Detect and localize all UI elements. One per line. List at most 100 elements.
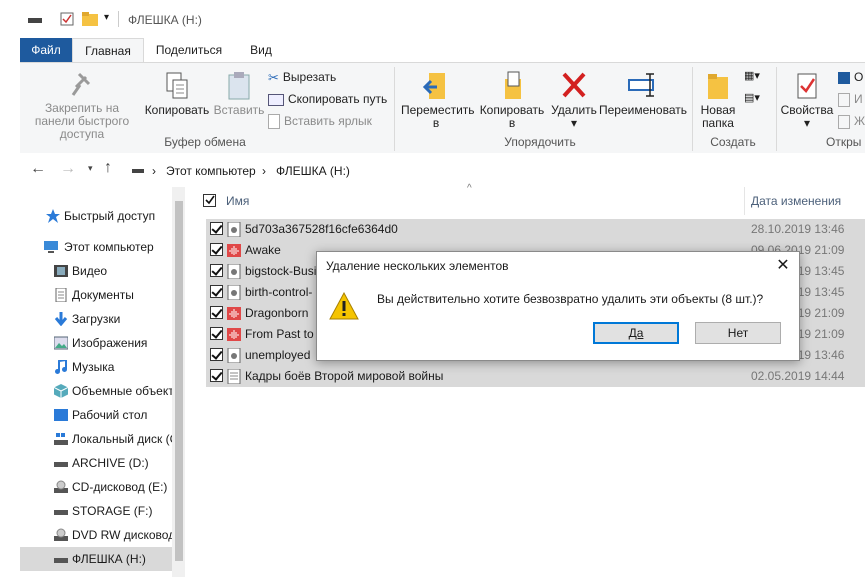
select-all-checkbox[interactable] <box>203 194 216 207</box>
recent-locations-icon[interactable]: ▾ <box>88 163 93 174</box>
dialog-message: Вы действительно хотите безвозвратно уда… <box>377 292 764 306</box>
pin-quick-access-button[interactable]: Закрепить на панели быстрого доступа <box>24 71 140 141</box>
nav-item-flash-h[interactable]: ФЛЕШКА (H:) <box>20 547 172 571</box>
properties-button[interactable]: Свойства ▾ <box>780 71 834 130</box>
copy-to-button[interactable]: Копировать в <box>474 71 550 130</box>
nav-item-cd-drive-e[interactable]: CD-дисковод (E:) <box>20 475 172 499</box>
star-icon <box>46 209 60 223</box>
ribbon-separator <box>394 67 395 151</box>
open-button[interactable]: О <box>838 67 863 87</box>
row-checkbox[interactable] <box>210 306 223 319</box>
nav-scrollbar-thumb[interactable] <box>175 201 183 561</box>
group-new-label: Создать <box>710 135 756 149</box>
edit-button[interactable]: И <box>838 89 863 109</box>
nav-label: Быстрый доступ <box>64 209 156 223</box>
row-checkbox[interactable] <box>210 327 223 340</box>
audio-file-icon <box>227 307 241 320</box>
nav-item-dvd-rw[interactable]: DVD RW дисковод <box>20 523 172 547</box>
nav-item-quick-access[interactable]: Быстрый доступ <box>20 204 172 228</box>
column-header-name[interactable]: Имя <box>226 187 249 215</box>
file-name: From Past to <box>245 327 314 341</box>
yes-button[interactable]: Да <box>593 322 679 344</box>
breadcrumb-separator-icon[interactable]: › <box>262 160 266 182</box>
new-folder-button[interactable]: Новая папка <box>696 71 740 130</box>
ribbon-separator <box>692 67 693 151</box>
rename-icon <box>628 73 654 97</box>
forward-arrow-icon[interactable]: → <box>60 160 76 178</box>
image-file-icon <box>227 264 241 279</box>
delete-button[interactable]: Удалить ▾ <box>550 71 598 130</box>
breadcrumb-computer[interactable]: Этот компьютер <box>166 160 256 182</box>
delete-icon <box>562 72 586 98</box>
history-icon <box>838 114 850 129</box>
check-icon <box>205 195 215 205</box>
properties-dropdown-icon: ▾ <box>803 116 811 130</box>
nav-label: ФЛЕШКА (H:) <box>72 552 146 566</box>
scissors-icon: ✂ <box>268 69 279 85</box>
tab-share[interactable]: Поделиться <box>148 38 230 62</box>
move-to-button[interactable]: Переместить в <box>398 71 475 130</box>
paste-shortcut-button[interactable]: Вставить ярлык <box>268 111 372 131</box>
ribbon-separator <box>776 67 777 151</box>
sort-ascending-icon: ^ <box>467 183 472 194</box>
delete-confirmation-dialog: Удаление нескольких элементов ✕ Вы дейст… <box>316 251 800 361</box>
history-button[interactable]: Ж <box>838 111 865 131</box>
usb-drive-icon <box>54 558 68 563</box>
row-checkbox[interactable] <box>210 285 223 298</box>
file-row[interactable]: Кадры боёв Второй мировой войны 02.05.201… <box>206 366 865 387</box>
close-icon[interactable]: ✕ <box>773 256 793 276</box>
row-checkbox[interactable] <box>210 369 223 382</box>
nav-item-documents[interactable]: Документы <box>20 283 172 307</box>
navigation-pane: Быстрый доступ Этот компьютер Видео Доку… <box>20 187 185 577</box>
nav-item-desktop[interactable]: Рабочий стол <box>20 403 172 427</box>
file-name: Dragonborn <box>245 306 309 320</box>
music-icon <box>55 360 67 374</box>
address-bar[interactable]: › Этот компьютер › ФЛЕШКА (H:) <box>123 159 865 183</box>
paste-button[interactable]: Вставить <box>210 71 268 117</box>
new-item-icon[interactable]: ▦▾ <box>744 69 760 82</box>
nav-item-local-disk-c[interactable]: Локальный диск (C:) <box>20 427 172 451</box>
pictures-icon <box>54 336 68 350</box>
nav-item-storage-f[interactable]: STORAGE (F:) <box>20 499 172 523</box>
row-checkbox[interactable] <box>210 348 223 361</box>
easy-access-icon[interactable]: ▤▾ <box>744 91 760 104</box>
nav-item-videos[interactable]: Видео <box>20 259 172 283</box>
breadcrumb-separator-icon[interactable]: › <box>152 160 156 182</box>
back-arrow-icon[interactable]: ← <box>30 160 46 178</box>
row-checkbox[interactable] <box>210 264 223 277</box>
pin-icon <box>71 72 91 96</box>
new-folder-icon[interactable] <box>82 12 98 26</box>
properties-icon[interactable] <box>60 12 74 26</box>
paste-shortcut-label: Вставить ярлык <box>284 114 372 128</box>
window-title: ФЛЕШКА (H:) <box>128 13 202 27</box>
no-button[interactable]: Нет <box>695 322 781 344</box>
nav-item-downloads[interactable]: Загрузки <box>20 307 172 331</box>
tab-home[interactable]: Главная <box>72 38 144 62</box>
tab-file[interactable]: Файл <box>20 38 72 62</box>
cut-button[interactable]: ✂ Вырезать <box>268 67 336 87</box>
edit-icon <box>838 92 850 107</box>
breadcrumb-drive[interactable]: ФЛЕШКА (H:) <box>276 160 350 182</box>
delete-dropdown-icon: ▾ <box>570 116 578 130</box>
drive-icon[interactable] <box>28 15 42 25</box>
nav-item-music[interactable]: Музыка <box>20 355 172 379</box>
copy-path-button[interactable]: Скопировать путь <box>268 89 387 109</box>
rename-button[interactable]: Переименовать <box>598 71 688 117</box>
quick-access-dropdown-icon[interactable]: ▾ <box>104 12 109 23</box>
column-header-date[interactable]: Дата изменения <box>751 187 841 215</box>
nav-item-3d-objects[interactable]: Объемные объекты <box>20 379 172 403</box>
row-checkbox[interactable] <box>210 222 223 235</box>
nav-item-this-pc[interactable]: Этот компьютер <box>20 235 172 259</box>
copy-button[interactable]: Копировать <box>144 71 210 117</box>
file-name: unemployed <box>245 348 311 362</box>
file-row[interactable]: 5d703a367528f16cfe6364d0 28.10.2019 13:46 <box>206 219 865 240</box>
nav-item-pictures[interactable]: Изображения <box>20 331 172 355</box>
image-file-icon <box>227 348 241 363</box>
row-checkbox[interactable] <box>210 243 223 256</box>
tab-view[interactable]: Вид <box>232 38 290 62</box>
up-arrow-icon[interactable]: ↑ <box>104 159 112 177</box>
nav-label: Изображения <box>72 336 148 350</box>
dvd-drive-icon <box>54 528 68 541</box>
file-name: Awake <box>245 243 281 257</box>
nav-item-archive-d[interactable]: ARCHIVE (D:) <box>20 451 172 475</box>
